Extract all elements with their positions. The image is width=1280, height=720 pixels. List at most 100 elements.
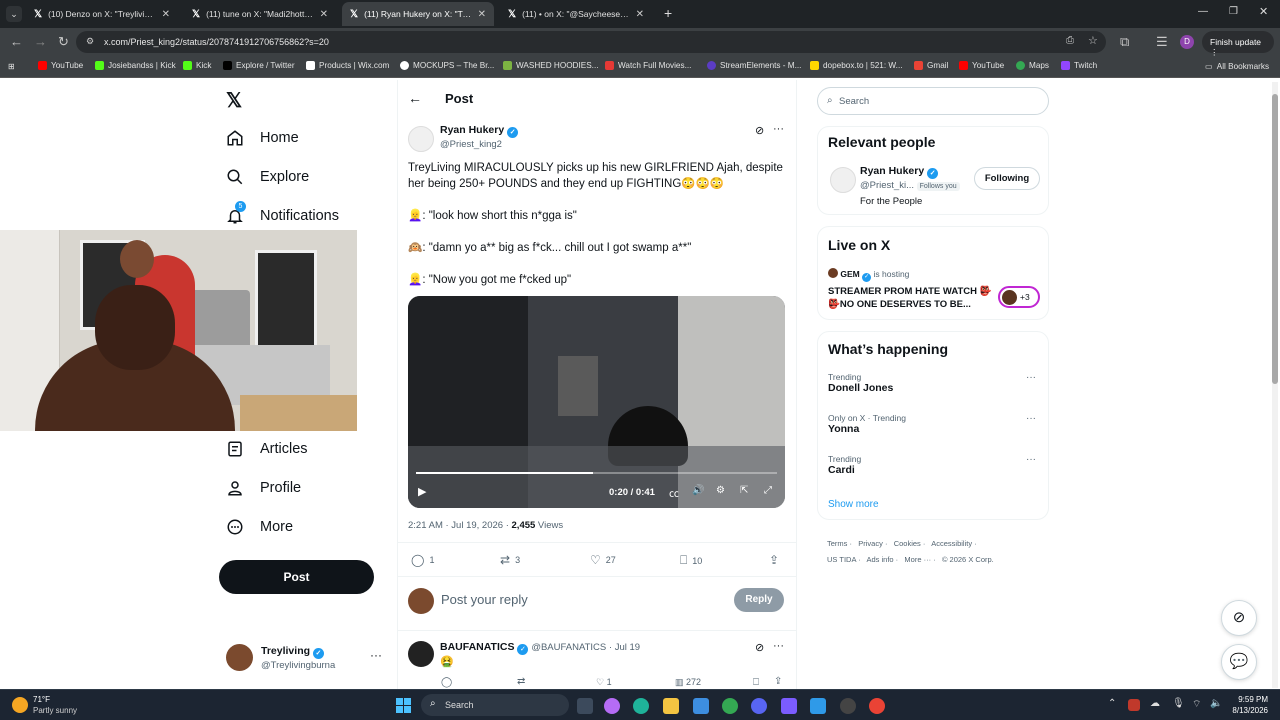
show-more-link[interactable]: Show more: [828, 499, 879, 510]
app-grid-icon[interactable]: [781, 698, 797, 714]
photos-icon[interactable]: [810, 698, 826, 714]
footer-link[interactable]: Cookies: [894, 539, 921, 548]
bookmark-item[interactable]: Gmail: [914, 61, 948, 70]
browser-tab[interactable]: 𝕏 (11) • on X: "@SaycheeseDGTL ✕: [500, 2, 652, 26]
footer-link[interactable]: Terms: [827, 539, 847, 548]
reply-share-icon[interactable]: ⇪: [774, 676, 782, 687]
back-icon[interactable]: ←: [10, 34, 23, 49]
x-logo-icon[interactable]: 𝕏: [226, 88, 242, 113]
close-window-button[interactable]: ✕: [1259, 5, 1268, 18]
taskbar-search[interactable]: ⌕ Search: [421, 694, 569, 716]
reply-bookmark-icon[interactable]: ⎕: [753, 677, 759, 688]
reply-input[interactable]: Post your reply: [441, 592, 528, 607]
popout-icon[interactable]: ⇱: [740, 485, 748, 496]
author-name-row[interactable]: Ryan Hukery ✓: [440, 124, 519, 138]
bookmark-item[interactable]: MOCKUPS – The Br...: [400, 61, 494, 70]
close-tab-icon[interactable]: ✕: [162, 9, 170, 20]
task-view-icon[interactable]: [577, 698, 593, 714]
video-player[interactable]: ▶ 0:20 / 0:41 ㏄ 🔊 ⚙ ⇱ ⤢: [408, 296, 785, 508]
play-icon[interactable]: ▶: [418, 485, 426, 498]
grok-floating-button[interactable]: ⊘: [1221, 600, 1257, 636]
share-action[interactable]: ⇪: [769, 553, 779, 567]
reply-author-name[interactable]: BAUFANATICS: [440, 641, 514, 653]
bookmark-item[interactable]: YouTube: [959, 61, 1004, 70]
minimize-button[interactable]: —: [1198, 6, 1208, 17]
bookmark-item[interactable]: Kick: [183, 61, 211, 70]
clock[interactable]: 9:59 PM 8/13/2026: [1226, 694, 1268, 716]
profile-avatar[interactable]: D: [1180, 35, 1194, 49]
start-button[interactable]: [396, 698, 411, 713]
post-button[interactable]: Post: [219, 560, 374, 594]
more-dots-icon[interactable]: ···: [370, 648, 382, 662]
messages-floating-button[interactable]: 💬: [1221, 644, 1257, 680]
new-tab-button[interactable]: +: [664, 5, 672, 21]
tab-search-button[interactable]: ⌄: [6, 6, 22, 22]
sidebar-item-notifications[interactable]: 5 Notifications: [226, 201, 339, 225]
bookmark-item[interactable]: Josiebandss | Kick: [95, 61, 176, 70]
footer-link[interactable]: Privacy: [858, 539, 883, 548]
site-info-icon[interactable]: ⚙: [86, 36, 94, 47]
more-dots-icon[interactable]: ···: [1026, 454, 1036, 465]
edge-icon[interactable]: [633, 698, 649, 714]
install-app-icon[interactable]: ⎙: [1066, 35, 1074, 46]
bookmark-item[interactable]: Products | Wix.com: [306, 61, 389, 70]
browser-tab[interactable]: 𝕏 (10) Denzo on X: "Treyliving for ✕: [26, 2, 178, 26]
person-name-row[interactable]: Ryan Hukery ✓: [860, 165, 939, 179]
apps-icon[interactable]: ⊞: [8, 61, 15, 71]
live-host-row[interactable]: GEM ✓ is hosting: [828, 268, 909, 282]
more-dots-icon[interactable]: ···: [1026, 372, 1036, 383]
sidebar-item-articles[interactable]: Articles: [226, 440, 308, 458]
reply-avatar[interactable]: [408, 641, 434, 667]
fullscreen-icon[interactable]: ⤢: [764, 485, 772, 496]
live-participants[interactable]: +3: [998, 286, 1040, 308]
volume-icon[interactable]: 🔈: [1210, 698, 1222, 709]
page-scrollbar[interactable]: [1272, 82, 1278, 688]
like-action[interactable]: ♡ 27: [590, 553, 616, 567]
more-dots-icon[interactable]: ···: [773, 640, 784, 652]
volume-icon[interactable]: 🔊: [692, 485, 704, 496]
avatar[interactable]: [830, 167, 856, 193]
maximize-button[interactable]: ❐: [1229, 6, 1238, 17]
finish-update-button[interactable]: Finish update ⋮: [1202, 31, 1274, 57]
bookmark-item[interactable]: StreamElements - M...: [707, 61, 801, 70]
all-bookmarks-button[interactable]: ▭ All Bookmarks: [1205, 61, 1269, 72]
reply-views-action[interactable]: ▥ 272: [675, 677, 701, 688]
bookmark-star-icon[interactable]: ☆: [1088, 34, 1098, 47]
grok-icon[interactable]: ⊘: [755, 124, 764, 137]
chrome-icon[interactable]: [722, 698, 738, 714]
browser-tab-active[interactable]: 𝕏 (11) Ryan Hukery on X: "TreyLiv ✕: [342, 2, 494, 26]
grok-icon[interactable]: ⊘: [755, 641, 764, 654]
tray-app-icon[interactable]: [1128, 699, 1140, 711]
sidebar-item-explore[interactable]: Explore: [226, 168, 309, 186]
bookmark-item[interactable]: Watch Full Movies...: [605, 61, 691, 70]
captions-icon[interactable]: ㏄: [669, 485, 679, 500]
repost-action[interactable]: ⇄ 3: [500, 553, 520, 567]
mic-icon[interactable]: 🎙: [1172, 698, 1185, 709]
weather-widget[interactable]: 71°F Partly sunny: [12, 693, 112, 717]
sidebar-item-profile[interactable]: Profile: [226, 479, 301, 497]
sidebar-item-more[interactable]: More: [226, 518, 293, 536]
more-dots-icon[interactable]: ···: [773, 123, 784, 135]
tray-chevron-icon[interactable]: ⌃: [1108, 698, 1116, 709]
sidebar-item-home[interactable]: Home: [226, 129, 299, 147]
reply-action[interactable]: ◯ 1: [411, 553, 434, 567]
footer-link[interactable]: US TIDA: [827, 555, 856, 564]
reply-reply-icon[interactable]: ◯: [441, 677, 452, 688]
bookmark-item[interactable]: Explore / Twitter: [223, 61, 295, 70]
search-input[interactable]: ⌕ Search: [817, 87, 1049, 115]
bookmark-item[interactable]: Maps: [1016, 61, 1049, 70]
footer-link[interactable]: More ···: [904, 555, 931, 564]
close-tab-icon[interactable]: ✕: [478, 9, 486, 20]
bookmark-item[interactable]: WASHED HOODIES...: [503, 61, 599, 70]
bookmark-item[interactable]: Twitch: [1061, 61, 1097, 70]
discord-icon[interactable]: [751, 698, 767, 714]
file-explorer-icon[interactable]: [663, 698, 679, 714]
scrollbar-thumb[interactable]: [1272, 94, 1278, 384]
trend-item[interactable]: Only on X · Trending Yonna ···: [828, 413, 1040, 435]
onedrive-icon[interactable]: ☁: [1150, 698, 1160, 709]
extensions-icon[interactable]: ⧉: [1120, 34, 1129, 50]
reload-icon[interactable]: ↻: [58, 34, 69, 50]
forward-icon[interactable]: →: [34, 34, 47, 49]
video-progress-track[interactable]: [416, 472, 777, 474]
wifi-icon[interactable]: ⌔: [1192, 698, 1201, 711]
